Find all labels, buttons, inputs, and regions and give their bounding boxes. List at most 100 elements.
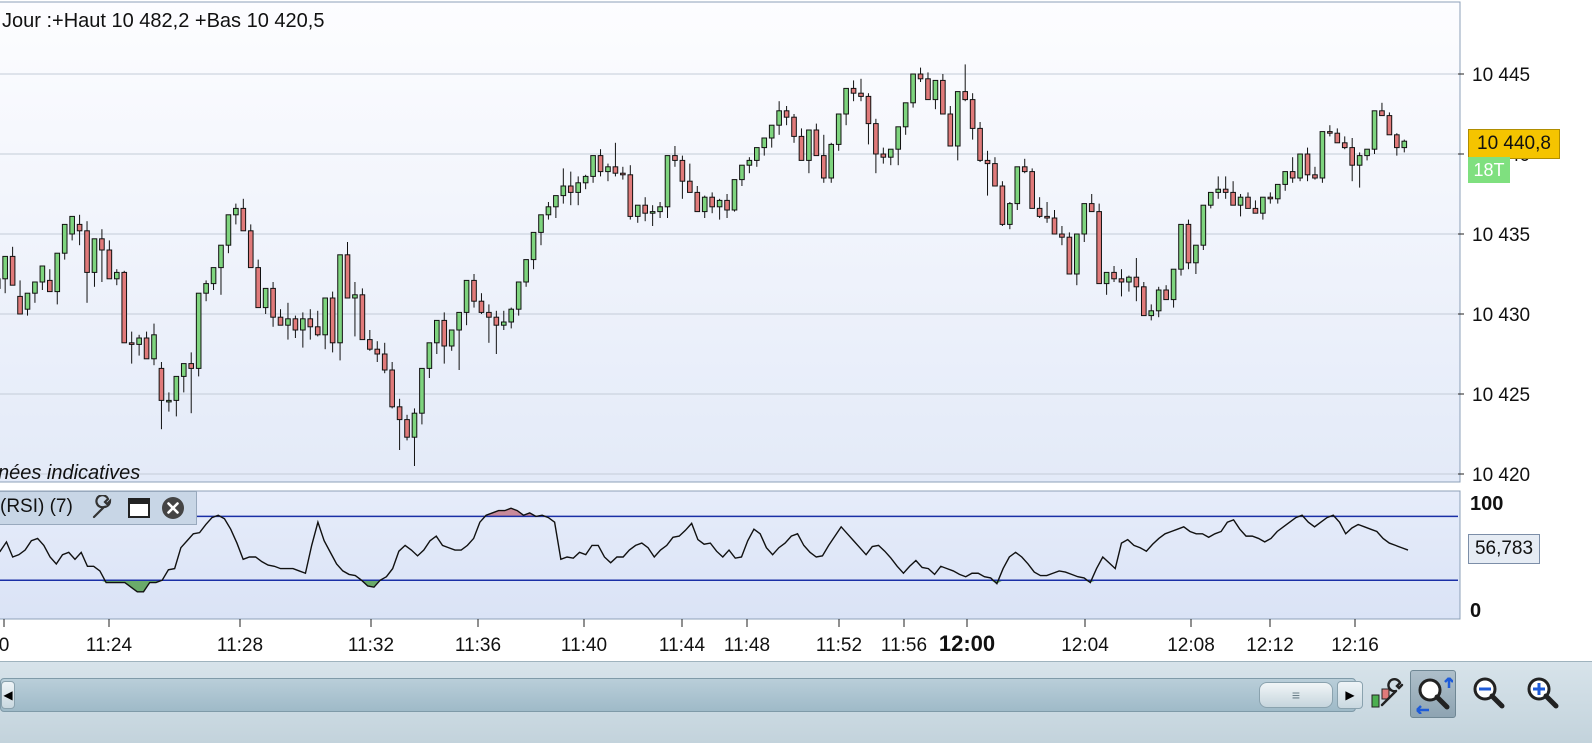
close-icon[interactable] xyxy=(160,495,186,526)
candle-up xyxy=(62,224,67,253)
bottom-toolbar: ◀ ≡ ▶ xyxy=(0,661,1592,743)
candle-up xyxy=(1372,111,1377,149)
scroll-thumb[interactable]: ≡ xyxy=(1259,682,1333,708)
candle-up xyxy=(903,103,908,127)
rsi-scale-top: 100 xyxy=(1470,493,1503,515)
horizontal-scrollbar[interactable]: ◀ ≡ ▶ xyxy=(0,678,1356,712)
watermark-text: nées indicatives xyxy=(0,462,140,484)
candle-up xyxy=(1320,132,1325,178)
candle-down xyxy=(308,319,313,327)
candle-down xyxy=(487,312,492,317)
candle-up xyxy=(933,80,938,99)
candle-down xyxy=(1380,111,1385,116)
candle-up xyxy=(732,180,737,210)
candle-up xyxy=(829,144,834,178)
candle-down xyxy=(1119,279,1124,282)
candle-up xyxy=(740,165,745,179)
chart-settings-icon[interactable] xyxy=(1364,670,1408,716)
candle-down xyxy=(784,111,789,117)
rsi-label: (RSI) (7) xyxy=(0,496,73,518)
candle-down xyxy=(918,74,923,79)
candle-up xyxy=(353,295,358,298)
zoom-out-icon[interactable] xyxy=(1466,670,1510,716)
candle-down xyxy=(1305,154,1310,175)
candle-up xyxy=(650,212,655,214)
candle-down xyxy=(278,317,283,325)
candle-up xyxy=(25,293,30,309)
candle-up xyxy=(1075,234,1080,274)
candle-down xyxy=(1350,148,1355,166)
candle-down xyxy=(1097,212,1102,284)
candle-down xyxy=(248,231,253,268)
candle-down xyxy=(122,272,127,342)
price-tick-label: 10 430 xyxy=(1472,305,1530,326)
zoom-in-icon[interactable] xyxy=(1520,670,1564,716)
scroll-left-icon[interactable]: ◀ xyxy=(1,681,15,709)
candle-down xyxy=(799,136,804,160)
candle-up xyxy=(449,330,454,346)
candle-up xyxy=(717,200,722,206)
candle-down xyxy=(1387,116,1392,135)
candle-down xyxy=(382,354,387,370)
time-tick-label: 11:48 xyxy=(724,635,770,656)
candle-up xyxy=(1283,172,1288,185)
time-tick-label: 11:32 xyxy=(348,635,394,656)
candle-down xyxy=(472,280,477,301)
candle-up xyxy=(769,125,774,138)
candle-down xyxy=(993,164,998,186)
wrench-icon[interactable] xyxy=(90,495,116,526)
candle-down xyxy=(107,250,112,279)
time-tick-label: 11:44 xyxy=(659,635,706,656)
last-price-tag: 10 440,8 xyxy=(1468,129,1560,159)
candle-up xyxy=(114,272,119,278)
candle-down xyxy=(859,93,864,96)
candle-up xyxy=(1194,245,1199,263)
candle-up xyxy=(844,88,849,114)
candle-up xyxy=(896,127,901,149)
candle-down xyxy=(10,256,15,285)
candle-down xyxy=(241,208,246,230)
candle-down xyxy=(680,160,685,181)
candle-up xyxy=(1008,204,1013,225)
candle-up xyxy=(911,74,916,103)
candle-up xyxy=(464,280,469,312)
candle-down xyxy=(100,239,105,250)
candle-up xyxy=(1208,192,1213,205)
candle-up xyxy=(427,343,432,369)
candle-up xyxy=(576,183,581,193)
candle-down xyxy=(1223,189,1228,192)
candle-up xyxy=(338,255,343,343)
candle-down xyxy=(1328,132,1333,134)
candle-up xyxy=(1179,224,1184,269)
candle-down xyxy=(77,224,82,230)
candle-up xyxy=(434,320,439,342)
time-tick-label: 11:56 xyxy=(881,635,927,656)
candle-up xyxy=(546,207,551,215)
candle-down xyxy=(978,128,983,160)
candle-down xyxy=(271,288,276,317)
candle-down xyxy=(129,343,134,345)
candle-up xyxy=(219,245,224,267)
candle-down xyxy=(1335,133,1340,143)
candle-down xyxy=(1030,172,1035,209)
candle-up xyxy=(301,319,306,330)
rsi-indicator-tab[interactable]: (RSI) (7) xyxy=(0,491,197,525)
candle-up xyxy=(211,268,216,284)
candle-down xyxy=(725,200,730,210)
candle-down xyxy=(1022,167,1027,172)
candle-down xyxy=(345,255,350,298)
candle-down xyxy=(821,156,826,178)
candle-down xyxy=(874,124,879,154)
zoom-auto-icon[interactable] xyxy=(1410,670,1456,718)
candle-down xyxy=(688,181,693,192)
candle-up xyxy=(234,208,239,214)
candle-up xyxy=(167,400,172,402)
candle-down xyxy=(368,340,373,350)
scroll-right-icon[interactable]: ▶ xyxy=(1337,681,1363,709)
window-icon[interactable] xyxy=(127,496,151,525)
candle-up xyxy=(635,205,640,216)
candle-up xyxy=(1238,197,1243,205)
candle-down xyxy=(1037,208,1042,216)
time-tick-label: 0 xyxy=(0,635,9,656)
candle-up xyxy=(323,298,328,335)
